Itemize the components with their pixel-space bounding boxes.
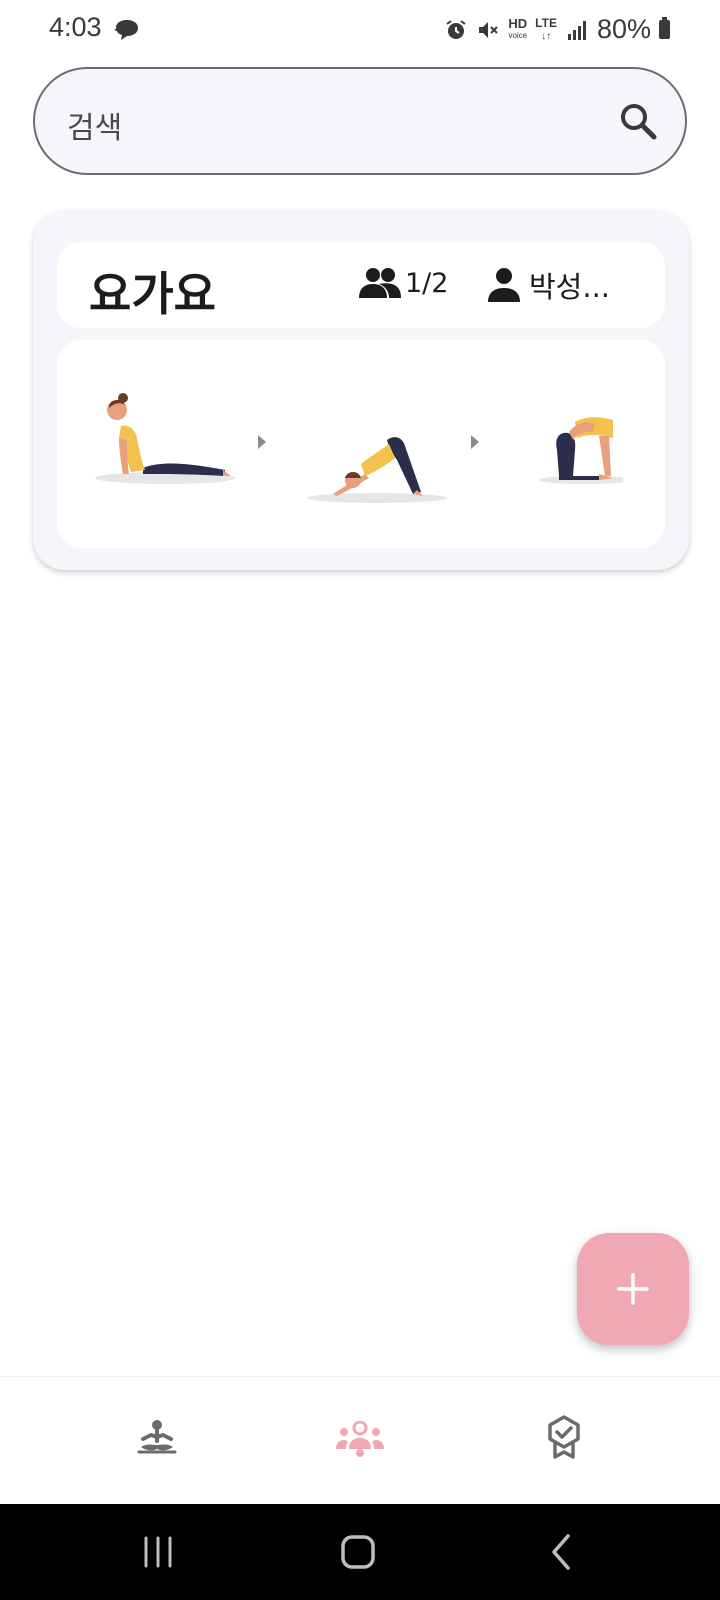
search-icon[interactable] [619, 102, 657, 140]
alarm-icon [446, 19, 466, 39]
member-count-text: 1/2 [405, 267, 449, 299]
battery-percent: 80% [596, 14, 651, 44]
pose-sequence [57, 340, 665, 548]
status-time: 4:03 [49, 12, 102, 42]
search-placeholder: 검색 [67, 111, 123, 146]
nav-item-badge[interactable] [534, 1407, 594, 1467]
camel-pose-image [539, 417, 623, 484]
person-icon [488, 268, 520, 302]
lte-indicator: LTE ↓↑ [535, 15, 557, 42]
next-arrow-icon [471, 435, 479, 449]
next-arrow-icon [258, 435, 266, 449]
room-card[interactable]: 요가요 1/2 박성... [33, 210, 689, 570]
downward-dog-pose-image [307, 437, 447, 503]
mute-icon [479, 21, 499, 38]
meditation-icon [137, 1420, 177, 1454]
system-navigation-bar [0, 1504, 720, 1600]
nav-item-meditation[interactable] [127, 1407, 187, 1467]
recent-apps-icon[interactable] [138, 1532, 178, 1572]
nav-item-group[interactable] [330, 1407, 390, 1467]
room-title: 요가요 [89, 267, 216, 321]
owner-name: 박성... [529, 270, 611, 304]
room-owner: 박성... [487, 264, 610, 306]
status-icons: HD voice LTE ↓↑ 80% [444, 14, 670, 45]
member-count: 1/2 [357, 266, 448, 300]
battery-icon [659, 17, 670, 39]
bottom-navigation [0, 1376, 720, 1505]
group-icon [359, 268, 401, 298]
cobra-pose-image [95, 393, 235, 484]
active-tab-indicator [356, 1449, 364, 1457]
chat-bubble-icon [114, 20, 138, 40]
status-bar: 4:03 HD voice LTE ↓↑ 80% [0, 0, 720, 60]
home-icon[interactable] [338, 1532, 378, 1572]
add-room-button[interactable] [577, 1233, 689, 1345]
back-icon[interactable] [542, 1532, 582, 1572]
badge-icon [548, 1415, 580, 1459]
hd-voice-indicator: HD voice [508, 15, 528, 40]
plus-icon [617, 1273, 649, 1305]
search-input[interactable]: 검색 [33, 67, 687, 175]
signal-icon [567, 20, 586, 40]
room-card-header: 요가요 1/2 박성... [57, 242, 665, 328]
